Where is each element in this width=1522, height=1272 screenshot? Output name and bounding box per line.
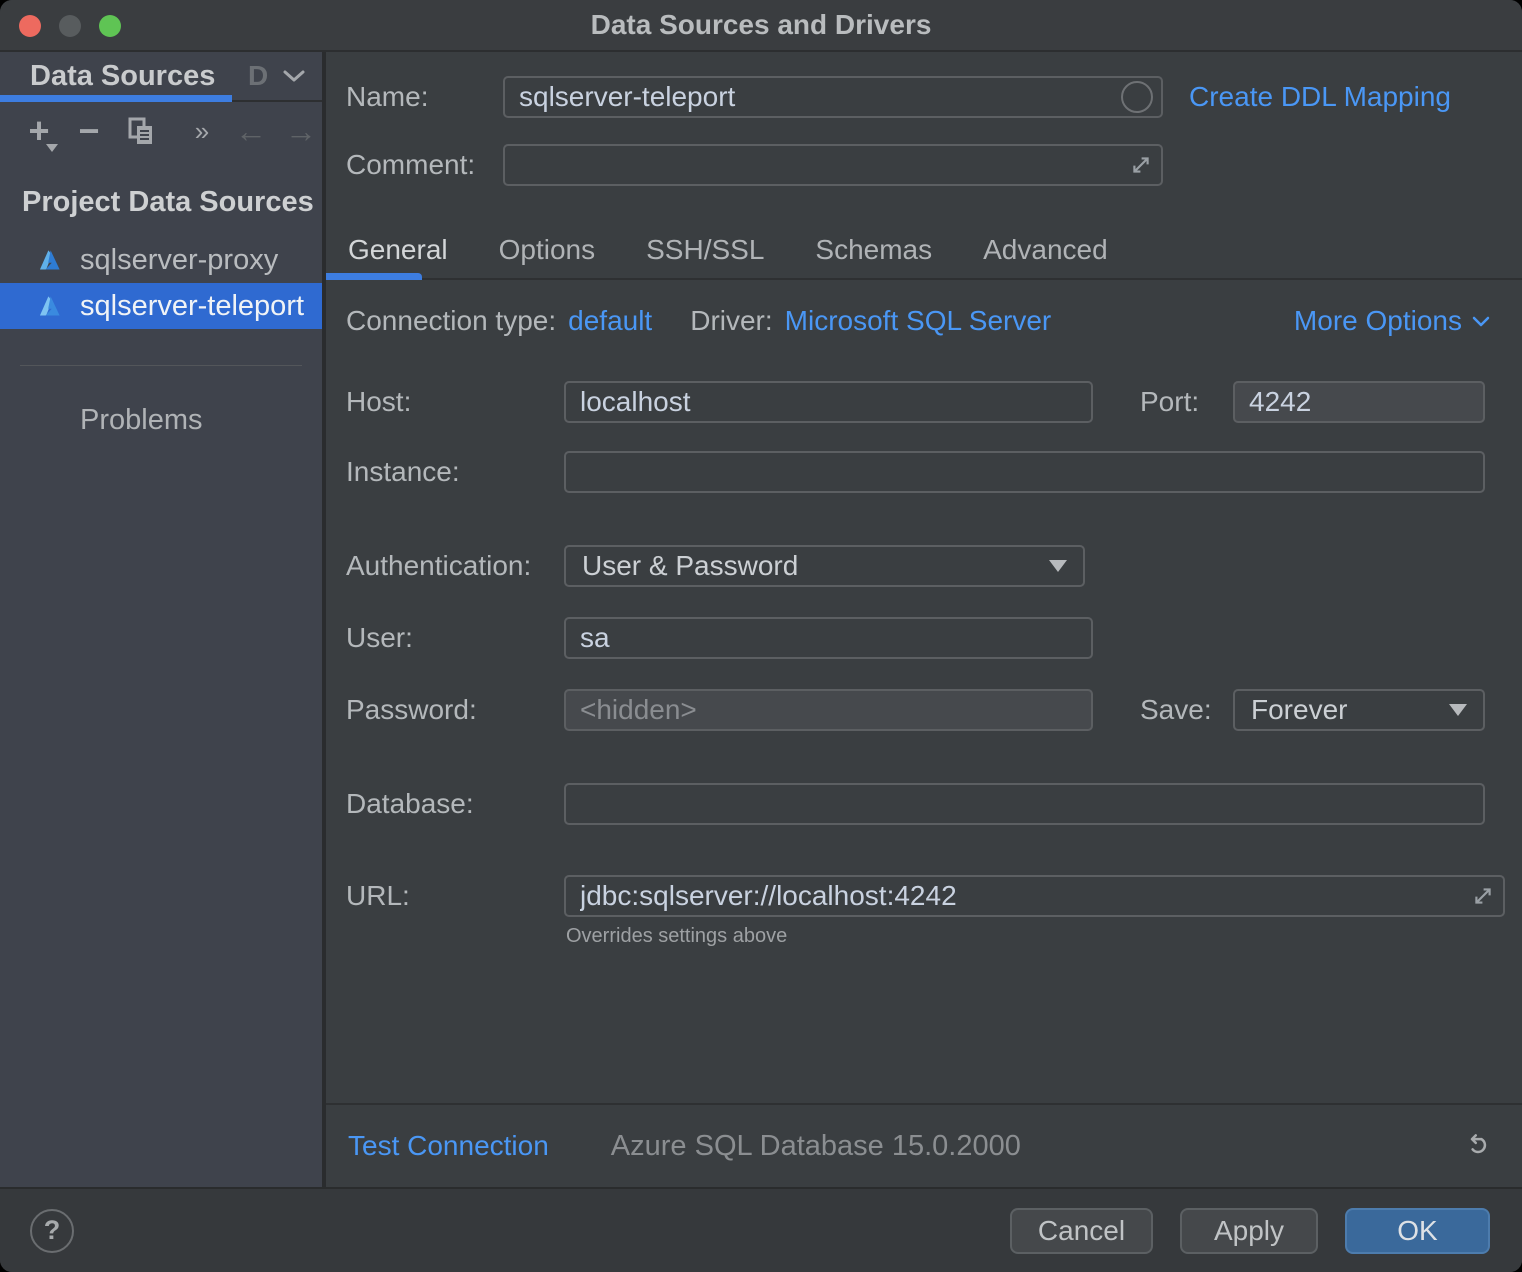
url-label: URL:: [346, 880, 564, 912]
caret-down-icon: [1049, 560, 1067, 572]
more-options-link[interactable]: More Options: [1294, 305, 1490, 337]
host-label: Host:: [346, 386, 564, 418]
data-source-list: sqlserver-proxy sqlserver-teleport: [0, 237, 322, 329]
authentication-select[interactable]: User & Password: [564, 545, 1085, 587]
comment-row: Comment:: [326, 144, 1522, 186]
connection-type-label: Connection type:: [346, 305, 556, 337]
problems-item[interactable]: Problems: [80, 404, 322, 437]
close-window-button[interactable]: [19, 15, 41, 37]
help-button[interactable]: ?: [30, 1209, 74, 1253]
save-select[interactable]: Forever: [1233, 689, 1485, 731]
instance-label: Instance:: [346, 456, 564, 488]
sidebar-tabs-header: Data Sources D: [0, 52, 322, 102]
connection-settings-panel: Name: Create DDL Mapping Comment:: [326, 52, 1522, 1187]
database-input[interactable]: [564, 783, 1485, 825]
active-tab-underline: [0, 95, 232, 102]
show-more-actions-icon[interactable]: »: [184, 112, 218, 150]
authentication-row: Authentication: User & Password: [326, 545, 1522, 587]
save-label: Save:: [1140, 694, 1233, 726]
host-input[interactable]: [564, 381, 1093, 423]
name-label: Name:: [346, 81, 503, 113]
database-row: Database:: [326, 783, 1522, 825]
tab-schemas[interactable]: Schemas: [815, 234, 932, 272]
driver-label: Driver:: [690, 305, 772, 337]
ok-button[interactable]: OK: [1345, 1208, 1490, 1254]
name-progress-circle-icon: [1121, 81, 1153, 113]
tab-data-sources[interactable]: Data Sources: [30, 60, 215, 93]
user-input[interactable]: [564, 617, 1093, 659]
instance-input[interactable]: [564, 451, 1485, 493]
tab-options[interactable]: Options: [499, 234, 596, 272]
url-input[interactable]: [564, 875, 1505, 917]
project-data-sources-header: Project Data Sources: [22, 186, 322, 219]
active-tab-underline: [326, 273, 422, 280]
password-row: Password: Save: Forever: [326, 689, 1522, 731]
window-controls: [19, 15, 121, 37]
password-input[interactable]: [564, 689, 1093, 731]
port-input[interactable]: [1233, 381, 1485, 423]
connection-type-link[interactable]: default: [568, 305, 652, 337]
expand-icon[interactable]: [1471, 884, 1495, 908]
more-options-label: More Options: [1294, 305, 1462, 337]
list-item-sqlserver-teleport[interactable]: sqlserver-teleport: [0, 283, 322, 329]
duplicate-icon[interactable]: [124, 112, 158, 150]
azure-sql-icon: [36, 247, 63, 274]
back-arrow-icon[interactable]: ←: [234, 112, 268, 150]
authentication-value: User & Password: [582, 550, 798, 582]
tab-advanced[interactable]: Advanced: [983, 234, 1108, 272]
user-label: User:: [346, 622, 564, 654]
apply-button[interactable]: Apply: [1180, 1208, 1318, 1254]
host-row: Host: Port:: [326, 381, 1522, 423]
test-connection-link[interactable]: Test Connection: [348, 1130, 549, 1162]
title-bar: Data Sources and Drivers: [0, 0, 1522, 52]
authentication-label: Authentication:: [346, 550, 564, 582]
server-version-text: Azure SQL Database 15.0.2000: [611, 1130, 1021, 1163]
chevron-down-icon[interactable]: [282, 69, 306, 83]
comment-input[interactable]: [503, 144, 1163, 186]
name-row: Name: Create DDL Mapping: [326, 76, 1522, 118]
window-title: Data Sources and Drivers: [591, 9, 932, 41]
chevron-down-icon: [1472, 316, 1490, 327]
dialog-footer: ? Cancel Apply OK: [0, 1187, 1522, 1272]
zoom-window-button[interactable]: [99, 15, 121, 37]
connection-type-row: Connection type: default Driver: Microso…: [326, 306, 1522, 336]
caret-down-icon: [1449, 704, 1467, 716]
sidebar-toolbar: + − » ← →: [0, 102, 322, 160]
data-sources-dialog: Data Sources and Drivers Data Sources D …: [0, 0, 1522, 1272]
name-input[interactable]: [503, 76, 1163, 118]
list-item-label: sqlserver-proxy: [80, 244, 278, 277]
tab-ssh-ssl[interactable]: SSH/SSL: [646, 234, 764, 272]
revert-icon[interactable]: [1462, 1131, 1492, 1161]
list-item-sqlserver-proxy[interactable]: sqlserver-proxy: [0, 237, 322, 283]
minimize-window-button[interactable]: [59, 15, 81, 37]
user-row: User:: [326, 617, 1522, 659]
comment-label: Comment:: [346, 149, 503, 181]
sidebar: Data Sources D + −: [0, 52, 326, 1187]
tab-general[interactable]: General: [348, 234, 448, 272]
url-row: URL:: [326, 875, 1522, 917]
cancel-button[interactable]: Cancel: [1010, 1208, 1153, 1254]
database-label: Database:: [346, 788, 564, 820]
instance-row: Instance:: [326, 451, 1522, 493]
remove-data-source-button[interactable]: −: [72, 112, 106, 150]
azure-sql-icon: [36, 293, 63, 320]
forward-arrow-icon[interactable]: →: [284, 112, 318, 150]
password-label: Password:: [346, 694, 564, 726]
sidebar-divider: [20, 365, 302, 366]
create-ddl-mapping-link[interactable]: Create DDL Mapping: [1189, 81, 1451, 113]
settings-tabs: General Options SSH/SSL Schemas Advanced: [326, 216, 1522, 280]
port-label: Port:: [1140, 386, 1233, 418]
url-hint: Overrides settings above: [566, 925, 1522, 948]
add-dropdown-caret-icon: [46, 144, 58, 152]
driver-link[interactable]: Microsoft SQL Server: [785, 305, 1052, 337]
save-value: Forever: [1251, 694, 1347, 726]
tab-drivers-partial[interactable]: D: [248, 60, 268, 92]
add-data-source-button[interactable]: +: [22, 112, 56, 150]
test-connection-row: Test Connection Azure SQL Database 15.0.…: [326, 1103, 1522, 1187]
list-item-label: sqlserver-teleport: [80, 290, 304, 323]
expand-icon[interactable]: [1129, 153, 1153, 177]
